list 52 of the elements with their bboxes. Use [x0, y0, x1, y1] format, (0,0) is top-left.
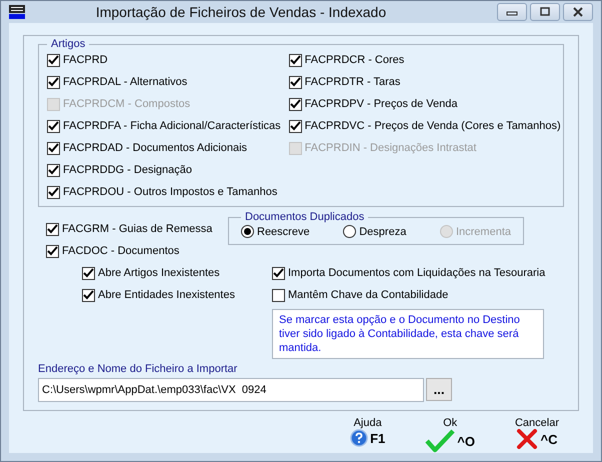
checkmark-icon [48, 143, 59, 153]
maximize-button[interactable] [530, 3, 560, 21]
cross-icon [516, 429, 538, 449]
maximize-icon [539, 7, 551, 17]
checkbox[interactable]: FACGRM - Guias de Remessa [46, 221, 212, 237]
checkbox[interactable]: FACPRDDG - Designação [47, 162, 192, 178]
checkmark-icon [48, 187, 59, 197]
dialog-button[interactable]: Cancelar ^C [514, 417, 559, 453]
checkbox[interactable]: Abre Entidades Inexistentes [82, 287, 235, 303]
checkbox[interactable]: FACPRDVC - Preços de Venda (Cores e Tamanhos) [288, 118, 561, 134]
checkmark-icon [290, 77, 301, 87]
close-button[interactable] [563, 3, 593, 21]
checkbox[interactable]: Importa Documentos com Liquidações na Tesouraria [272, 265, 546, 281]
checkmark-icon [290, 99, 301, 109]
checkmark-icon [425, 429, 456, 453]
field-label: Endereço e Nome do Ficheiro a Importar [38, 363, 238, 375]
checkbox[interactable]: FACPRDAD - Documentos Adicionais [47, 140, 248, 156]
checkbox[interactable]: FACPRDTR - Taras [288, 74, 400, 90]
checkbox[interactable]: FACPRDOU - Outros Impostos e Tamanhos [47, 184, 278, 200]
checkmark-icon [290, 121, 301, 131]
radio-button[interactable]: Despreza [343, 225, 406, 238]
checkmark-icon [83, 290, 94, 300]
group-title: Documentos Duplicados [244, 211, 366, 223]
checkbox[interactable]: FACPRDCR - Cores [288, 52, 404, 68]
checkmark-icon [290, 55, 301, 65]
checkbox[interactable]: FACDOC - Documentos [46, 243, 180, 259]
close-icon [572, 7, 584, 17]
file-path-field[interactable]: C:\Users\wpmr\AppDat.\emp033\fac\VX 0924 [38, 378, 424, 402]
checkmark-icon [48, 77, 59, 87]
checkmark-icon [47, 224, 58, 234]
dialog-button[interactable]: Ok ^O [425, 417, 475, 453]
checkmark-icon [48, 55, 59, 65]
window-title: Importação de Ficheiros de Vendas - Indexado [94, 4, 388, 20]
checkbox[interactable]: FACPRDFA - Ficha Adicional/Características [47, 118, 281, 134]
help-icon [350, 429, 368, 447]
checkbox[interactable]: Abre Artigos Inexistentes [82, 265, 220, 281]
checkmark-icon [83, 268, 94, 278]
dialog-button[interactable]: Ajuda F1 [350, 417, 386, 453]
checkbox[interactable]: FACPRDAL - Alternativos [47, 74, 188, 90]
group-title: Artigos [50, 38, 86, 50]
info-note: Se marcar esta opção e o Documento no Destino tiver sido ligado à Contabilidade, esta chave será mantida. [272, 309, 544, 359]
checkbox[interactable]: FACPRD [47, 52, 108, 68]
checkmark-icon [48, 121, 59, 131]
browse-button[interactable]: ... [426, 378, 452, 401]
radio-button[interactable]: Reescreve [241, 225, 310, 238]
minimize-button[interactable] [497, 3, 527, 21]
app-icon [9, 5, 25, 19]
checkbox[interactable]: FACPRDPV - Preços de Venda [288, 96, 458, 112]
checkmark-icon [48, 165, 59, 175]
checkbox[interactable]: Mantêm Chave da Contabilidade [272, 287, 448, 303]
checkmark-icon [273, 268, 284, 278]
checkmark-icon [47, 246, 58, 256]
